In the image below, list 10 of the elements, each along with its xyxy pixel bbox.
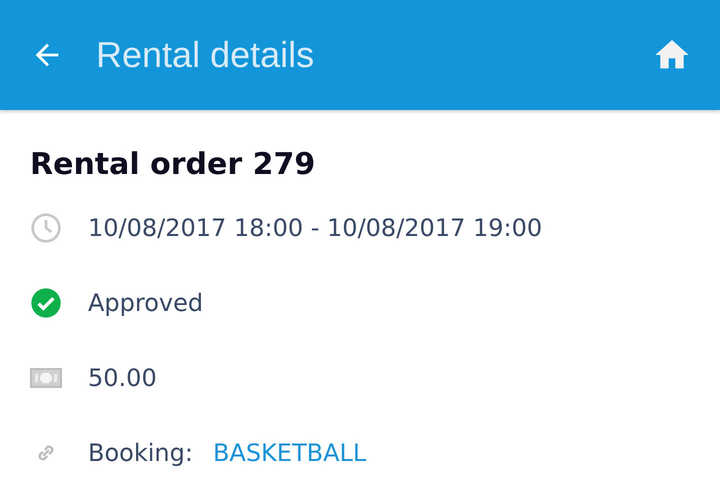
order-title: Rental order 279 [30,146,316,184]
detail-text: 10/08/2017 18:00 - 10/08/2017 19:00 [88,214,542,242]
screen-title: Rental details [96,34,316,76]
booking-link[interactable]: BASKETBALL [212,438,366,466]
check-circle-icon [30,286,62,318]
booking-label: Booking: [88,438,193,466]
detail-text: 50.00 [88,364,157,392]
banknote-icon [30,368,62,388]
detail-text: Approved [88,288,204,316]
clock-icon [30,212,62,244]
